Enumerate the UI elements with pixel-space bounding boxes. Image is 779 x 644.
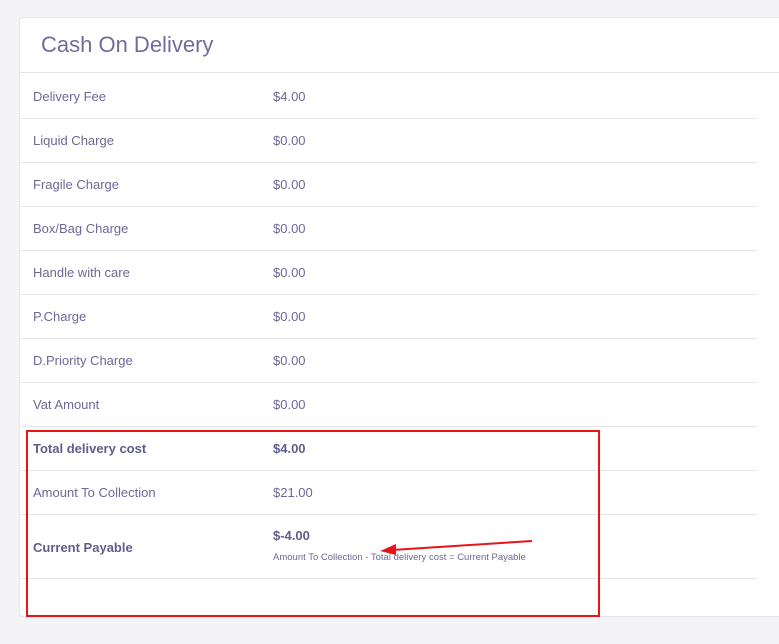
row-label-box-bag-charge: Box/Bag Charge — [33, 221, 129, 236]
row-label-vat-amount: Vat Amount — [33, 397, 100, 412]
table-row: Fragile Charge $0.00 — [21, 163, 756, 207]
row-value-amount-to-collection: $21.00 — [273, 485, 313, 500]
row-label-amount-to-collection: Amount To Collection — [33, 485, 156, 500]
row-label-current-payable: Current Payable — [33, 540, 133, 555]
row-value-liquid-charge: $0.00 — [273, 133, 306, 148]
table-row: Delivery Fee $4.00 — [21, 75, 756, 119]
table-row: Handle with care $0.00 — [21, 251, 756, 295]
row-label-delivery-fee: Delivery Fee — [33, 89, 106, 104]
row-label-fragile-charge: Fragile Charge — [33, 177, 119, 192]
row-label-handle-with-care: Handle with care — [33, 265, 130, 280]
panel-header: Cash On Delivery — [20, 18, 779, 73]
row-value-vat-amount: $0.00 — [273, 397, 306, 412]
row-value-fragile-charge: $0.00 — [273, 177, 306, 192]
row-label-d-priority-charge: D.Priority Charge — [33, 353, 133, 368]
row-value-d-priority-charge: $0.00 — [273, 353, 306, 368]
row-value-box-bag-charge: $0.00 — [273, 221, 306, 236]
table-row: Box/Bag Charge $0.00 — [21, 207, 756, 251]
charges-table: Delivery Fee $4.00 Liquid Charge $0.00 F… — [21, 75, 756, 579]
table-row: P.Charge $0.00 — [21, 295, 756, 339]
table-row: Current Payable $-4.00 Amount To Collect… — [21, 515, 756, 579]
row-label-liquid-charge: Liquid Charge — [33, 133, 114, 148]
table-row: D.Priority Charge $0.00 — [21, 339, 756, 383]
row-value-delivery-fee: $4.00 — [273, 89, 306, 104]
table-row: Vat Amount $0.00 — [21, 383, 756, 427]
table-row: Total delivery cost $4.00 — [21, 427, 756, 471]
row-label-p-charge: P.Charge — [33, 309, 87, 324]
table-row: Liquid Charge $0.00 — [21, 119, 756, 163]
table-row: Amount To Collection $21.00 — [21, 471, 756, 515]
row-label-total-delivery-cost: Total delivery cost — [33, 441, 147, 456]
row-value-handle-with-care: $0.00 — [273, 265, 306, 280]
row-value-p-charge: $0.00 — [273, 309, 306, 324]
row-value-current-payable: $-4.00 — [273, 528, 310, 543]
payable-formula-note: Amount To Collection - Total delivery co… — [273, 552, 526, 563]
panel-title: Cash On Delivery — [41, 32, 214, 57]
row-value-total-delivery-cost: $4.00 — [273, 441, 306, 456]
